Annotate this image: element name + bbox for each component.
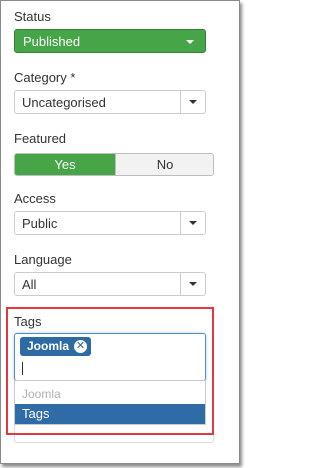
featured-yes-button[interactable]: Yes: [15, 154, 115, 175]
category-label: Category *: [14, 70, 76, 85]
tag-chip-joomla: Joomla ✕: [20, 337, 92, 356]
access-select[interactable]: Public: [14, 211, 206, 235]
featured-label: Featured: [14, 131, 67, 146]
tags-input[interactable]: Joomla ✕: [14, 333, 206, 381]
remove-tag-icon[interactable]: ✕: [74, 340, 88, 353]
caret-down-icon: [189, 100, 197, 104]
caret-down-icon: [189, 282, 197, 286]
caret-down-icon: [186, 40, 194, 44]
status-dropdown-button[interactable]: Published: [14, 29, 206, 53]
featured-no-button[interactable]: No: [115, 154, 213, 175]
language-select-toggle[interactable]: [180, 273, 205, 295]
tag-chip-label: Joomla: [27, 339, 70, 353]
article-options-panel: Status Published Category * Uncategorise…: [0, 0, 240, 464]
tag-option-tags[interactable]: Tags: [15, 404, 205, 424]
category-select[interactable]: Uncategorised: [14, 90, 206, 114]
language-label: Language: [14, 252, 72, 267]
language-value: All: [22, 277, 37, 292]
text-cursor: [22, 362, 23, 375]
tags-suggestion-list: Joomla Tags: [14, 380, 206, 425]
featured-toggle: Yes No: [14, 153, 214, 176]
tag-option-joomla: Joomla: [22, 387, 61, 401]
category-value: Uncategorised: [22, 95, 106, 110]
access-value: Public: [22, 216, 58, 231]
access-select-toggle[interactable]: [180, 212, 205, 234]
language-select[interactable]: All: [14, 272, 206, 296]
tags-label: Tags: [14, 314, 42, 329]
status-label: Status: [14, 9, 51, 24]
category-select-toggle[interactable]: [180, 91, 205, 113]
access-label: Access: [14, 191, 56, 206]
status-value: Published: [23, 34, 81, 49]
caret-down-icon: [189, 221, 197, 225]
